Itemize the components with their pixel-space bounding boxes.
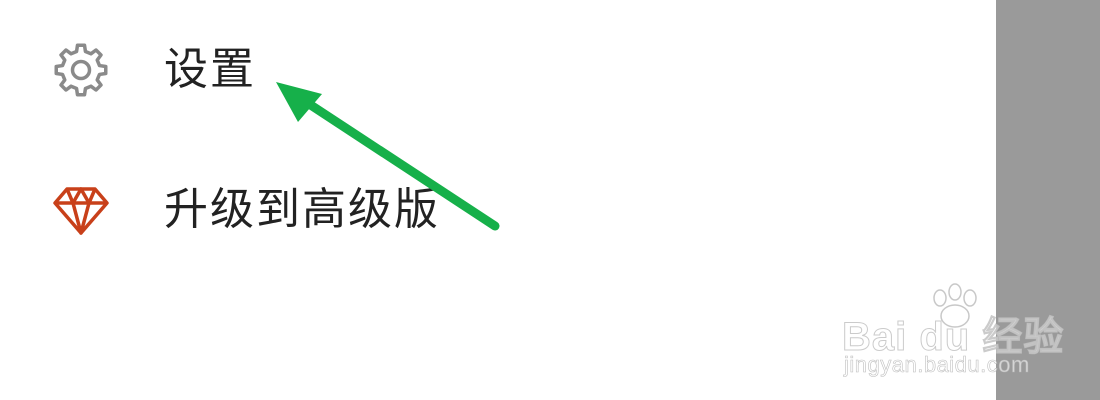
watermark: Bai du 经验 jingyan.baidu.com [841,282,1064,382]
upgrade-label: 升级到高级版 [164,184,440,235]
settings-label: 设置 [164,44,256,95]
screen: 设置 升级到高级版 Bai du 经验 jingyan.baidu.com [0,0,1100,400]
diamond-icon [50,179,112,241]
menu-item-settings[interactable]: 设置 [0,25,990,115]
menu-item-upgrade[interactable]: 升级到高级版 [0,165,990,255]
watermark-url: jingyan.baidu.com [844,352,1030,378]
gear-icon [50,39,112,101]
